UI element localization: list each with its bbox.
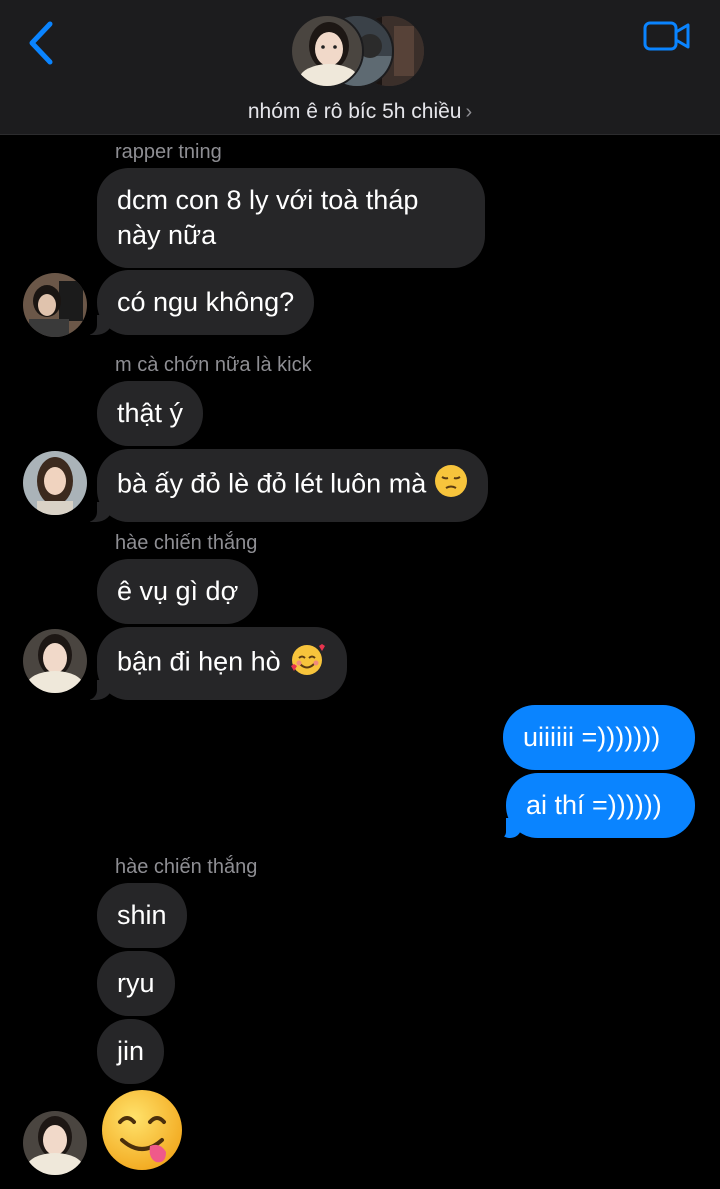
- sender-name: rapper tning: [115, 141, 222, 163]
- sender-name: hàe chiến thắng: [115, 532, 258, 554]
- group-title[interactable]: nhóm ê rô bíc 5h chiều ›: [0, 100, 720, 124]
- message-bubble[interactable]: jin: [97, 1019, 165, 1084]
- sender-name: m cà chớn nữa là kick: [115, 354, 312, 376]
- message-bubble[interactable]: dcm con 8 ly với toà tháp này nữa: [97, 168, 485, 268]
- group-name-text: nhóm ê rô bíc 5h chiều: [247, 100, 462, 123]
- avatar[interactable]: [23, 451, 87, 515]
- sender-name: hàe chiến thắng: [115, 856, 258, 878]
- message-text: bà ấy đỏ lè đỏ lét luôn mà: [117, 468, 427, 499]
- smiling-face-with-hearts-emoji-icon: [289, 642, 327, 685]
- message-bubble[interactable]: có ngu không?: [84, 270, 315, 335]
- chevron-right-icon: ›: [465, 101, 473, 123]
- outgoing-message-bubble[interactable]: uiiiiii =))))))): [503, 705, 695, 770]
- member-avatar: [290, 14, 364, 88]
- message-bubble[interactable]: ê vụ gì dợ: [97, 559, 259, 624]
- outgoing-message-bubble[interactable]: ai thí =)))))): [494, 773, 695, 838]
- video-camera-icon[interactable]: [642, 18, 692, 54]
- message-bubble[interactable]: bà ấy đỏ lè đỏ lét luôn mà: [84, 449, 489, 522]
- chevron-left-icon[interactable]: [22, 18, 62, 68]
- avatar[interactable]: [23, 1111, 87, 1175]
- message-bubble[interactable]: ryu: [97, 951, 175, 1016]
- avatar[interactable]: [23, 629, 87, 693]
- message-bubble[interactable]: shin: [97, 883, 187, 948]
- message-bubble[interactable]: thật ý: [97, 381, 204, 446]
- group-avatars[interactable]: [290, 14, 430, 92]
- message-bubble[interactable]: bận đi hẹn hò: [85, 627, 347, 700]
- chat-header: nhóm ê rô bíc 5h chiều ›: [0, 0, 720, 135]
- pensive-face-emoji-icon: [434, 464, 468, 507]
- message-text: bận đi hẹn hò: [117, 646, 281, 677]
- yum-face-emoji-icon[interactable]: [100, 1088, 186, 1174]
- avatar[interactable]: [23, 273, 87, 337]
